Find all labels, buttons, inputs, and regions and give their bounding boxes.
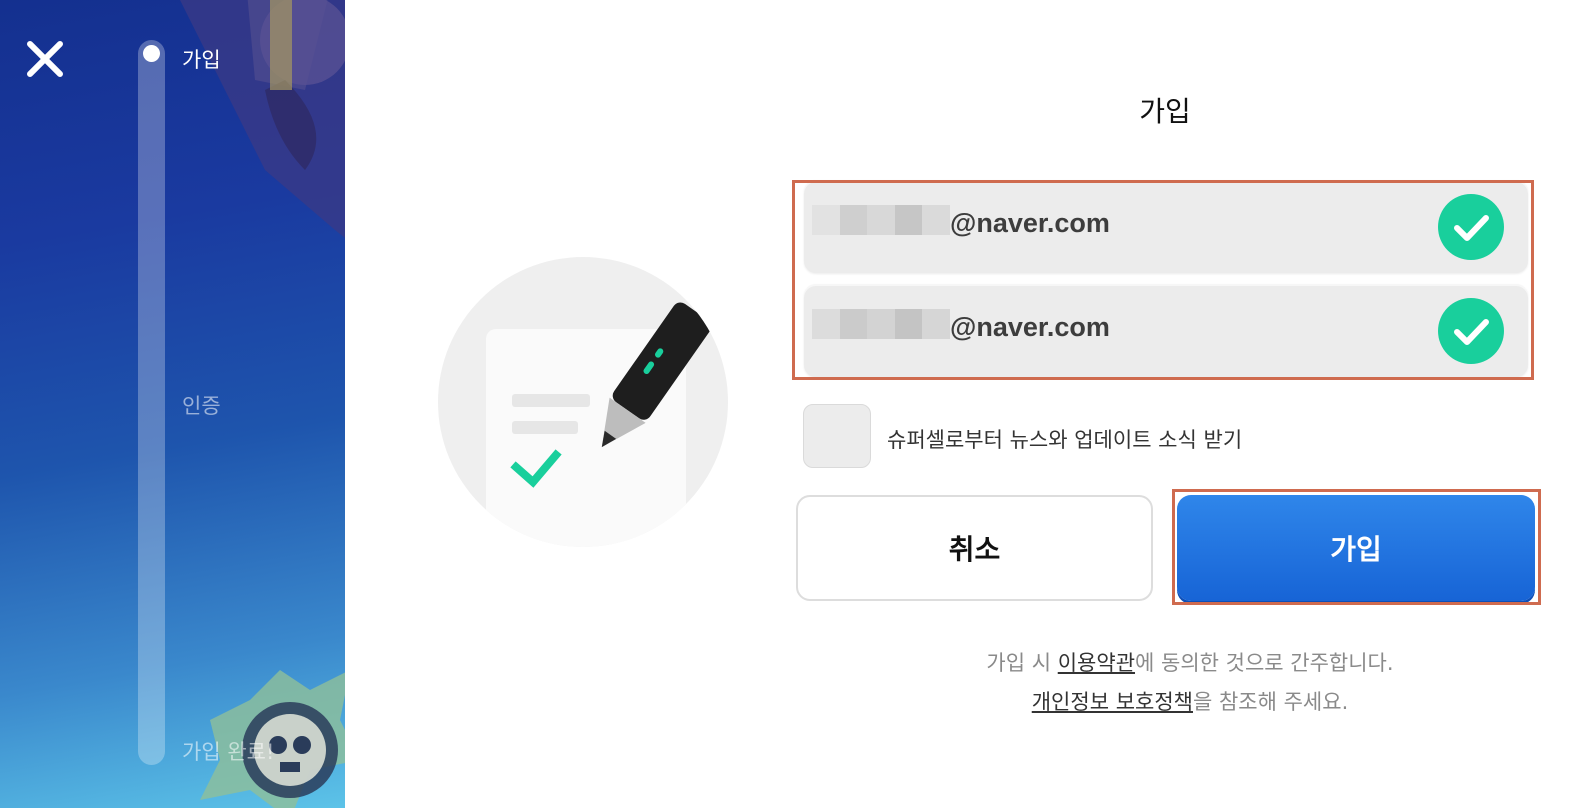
signup-button[interactable]: 가입: [1177, 495, 1535, 601]
check-icon: [1454, 215, 1489, 241]
signup-illustration: [438, 257, 728, 547]
skull-badge-artwork: [200, 670, 345, 808]
newsletter-checkbox[interactable]: [803, 404, 871, 468]
confirm-email-field[interactable]: @naver.com: [804, 284, 1528, 377]
terms-link[interactable]: 이용약관: [1058, 651, 1135, 675]
check-icon: [1454, 319, 1489, 345]
side-panel: 가입 인증 가입 완료!: [0, 0, 345, 808]
confirm-email-valid-badge: [1438, 298, 1504, 364]
form-title: 가입: [1139, 95, 1191, 128]
close-icon: [27, 41, 63, 77]
step-complete: 가입 완료!: [182, 740, 275, 764]
privacy-notice: 개인정보 보호정책을 참조해 주세요.: [900, 686, 1480, 716]
email-valid-badge: [1438, 194, 1504, 260]
newsletter-label: 슈퍼셀로부터 뉴스와 업데이트 소식 받기: [887, 428, 1243, 452]
progress-track: [138, 40, 165, 765]
step-signup: 가입: [182, 48, 221, 72]
email-value: @naver.com: [950, 208, 1110, 238]
terms-suffix: 에 동의한 것으로 간주합니다.: [1135, 651, 1394, 675]
privacy-policy-link[interactable]: 개인정보 보호정책: [1032, 690, 1193, 714]
step-verify: 인증: [182, 394, 221, 418]
email-field[interactable]: @naver.com: [804, 180, 1528, 273]
privacy-suffix: 을 참조해 주세요.: [1192, 690, 1349, 714]
cancel-button[interactable]: 취소: [796, 495, 1153, 601]
close-button[interactable]: [22, 36, 68, 82]
progress-indicator: [143, 45, 160, 62]
confirm-email-value: @naver.com: [950, 312, 1110, 342]
redacted-email-prefix: [812, 205, 950, 235]
terms-notice: 가입 시 이용약관에 동의한 것으로 간주합니다.: [900, 647, 1480, 677]
redacted-email-prefix: [812, 309, 950, 339]
terms-prefix: 가입 시: [986, 651, 1058, 675]
